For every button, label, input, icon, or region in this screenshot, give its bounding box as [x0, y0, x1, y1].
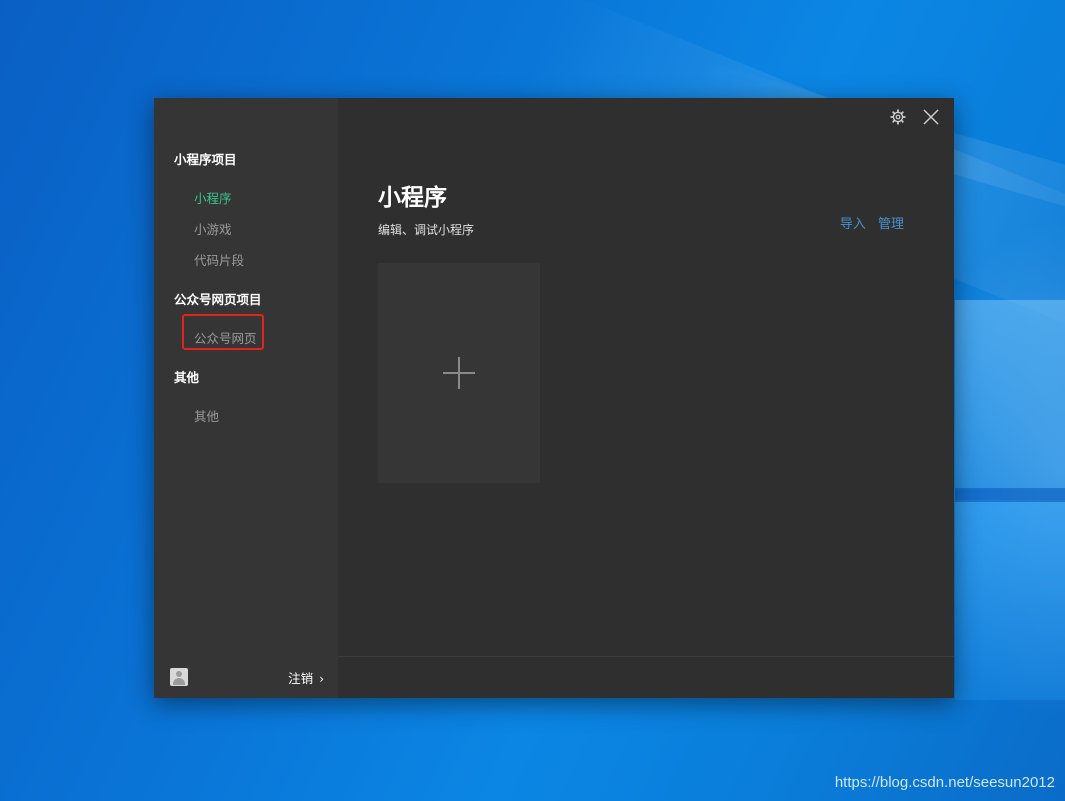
main-panel: 小程序 编辑、调试小程序 导入 管理 [338, 98, 954, 698]
sidebar: 小程序项目 小程序 小游戏 代码片段 公众号网页项目 公众号网页 其他 其他 注… [154, 98, 338, 698]
sidebar-item-code-snippets[interactable]: 代码片段 [194, 250, 244, 269]
sidebar-footer: 注销 › [154, 656, 338, 698]
plus-icon [458, 357, 460, 389]
sidebar-item-other[interactable]: 其他 [194, 406, 219, 425]
sidebar-item-miniprogram[interactable]: 小程序 [194, 188, 232, 207]
sidebar-section-official-account-projects: 公众号网页项目 [174, 292, 262, 307]
sidebar-item-official-account-webpage[interactable]: 公众号网页 [194, 328, 257, 347]
page-title: 小程序 [378, 185, 447, 211]
header-actions: 导入 管理 [840, 213, 904, 232]
gear-icon[interactable] [890, 109, 906, 125]
logout-button[interactable]: 注销 › [288, 668, 324, 687]
sidebar-section-other: 其他 [174, 370, 200, 385]
import-link[interactable]: 导入 [840, 217, 866, 232]
avatar-body-shape [173, 678, 185, 685]
chevron-right-icon: › [319, 672, 324, 686]
sidebar-item-minigame[interactable]: 小游戏 [194, 219, 232, 238]
wallpaper-window-pane [955, 500, 1065, 700]
new-project-card[interactable] [378, 263, 540, 483]
logout-label: 注销 [288, 671, 314, 686]
wallpaper-window-pane [955, 300, 1065, 490]
footer-divider [338, 656, 954, 657]
manage-link[interactable]: 管理 [878, 217, 904, 232]
page-subtitle: 编辑、调试小程序 [378, 223, 475, 237]
devtools-launcher-window: 小程序项目 小程序 小游戏 代码片段 公众号网页项目 公众号网页 其他 其他 注… [154, 98, 954, 698]
close-icon[interactable] [922, 108, 940, 126]
wallpaper-pane-divider [955, 488, 1065, 502]
watermark-text: https://blog.csdn.net/seesun2012 [834, 774, 1055, 791]
avatar-head-shape [176, 671, 182, 677]
avatar[interactable] [170, 668, 188, 686]
sidebar-section-miniprogram-projects: 小程序项目 [174, 152, 237, 167]
